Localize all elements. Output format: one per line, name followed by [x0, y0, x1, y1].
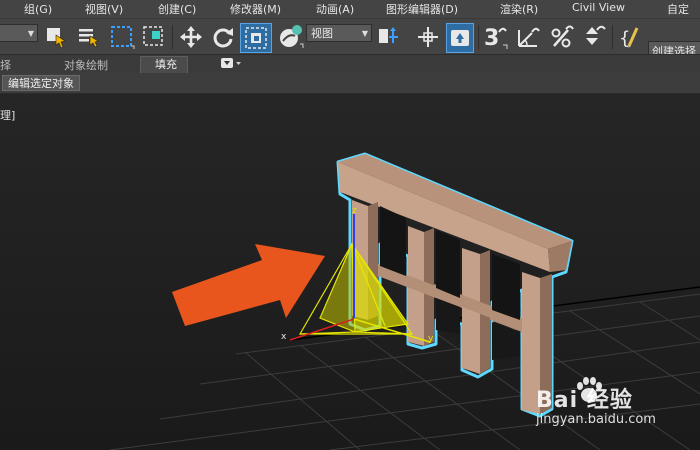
svg-text:3: 3: [484, 26, 499, 50]
menu-create[interactable]: 创建(C): [158, 1, 196, 17]
menu-civil-view[interactable]: Civil View: [572, 1, 625, 14]
pivot-button[interactable]: [376, 23, 402, 51]
rotate-button[interactable]: [210, 23, 236, 51]
percent-snap-icon: [551, 25, 574, 48]
pivot-icon: [379, 27, 398, 43]
menu-animation[interactable]: 动画(A): [316, 1, 354, 17]
reference-coordinate-value: 视图: [311, 27, 333, 40]
percent-snap-button[interactable]: [548, 23, 576, 51]
menu-rendering[interactable]: 渲染(R): [500, 1, 538, 17]
axis-label-z: z: [352, 206, 357, 216]
scale-icon: [245, 27, 267, 49]
select-object-button[interactable]: [44, 23, 70, 51]
edit-selected-objects-button[interactable]: 编辑选定对象: [2, 75, 80, 91]
toolbar-separator: [478, 25, 479, 49]
ribbon-options-button[interactable]: [220, 57, 244, 70]
toolbar-separator: [172, 25, 173, 49]
perspective-viewport[interactable]: 理] z x y Bai 经验 jingyan.baidu.com: [0, 94, 700, 450]
tab-object-paint[interactable]: 对象绘制: [64, 57, 108, 73]
materials-button[interactable]: [276, 23, 306, 51]
crosshair-icon: [418, 27, 438, 47]
menu-graph-editors[interactable]: 图形编辑器(D): [386, 1, 458, 17]
snap-3d-icon: 3: [484, 26, 508, 50]
menu-view[interactable]: 视图(V): [85, 1, 123, 17]
move-button[interactable]: [178, 23, 204, 51]
select-object-icon: [47, 28, 66, 49]
rectangular-selection-button[interactable]: [108, 23, 136, 51]
select-by-name-button[interactable]: [76, 23, 102, 51]
selection-filter-dropdown[interactable]: ▼: [0, 24, 38, 42]
edit-named-selection-button[interactable]: {: [616, 23, 644, 51]
axis-label-y: y: [428, 334, 434, 344]
watermark-brand: Bai 经验: [536, 377, 633, 414]
ribbon-panel: 编辑选定对象: [0, 73, 700, 94]
spinner-snap-icon: [586, 25, 606, 45]
keyboard-shortcut-toggle[interactable]: [446, 23, 474, 53]
tab-populate[interactable]: 填充: [140, 56, 188, 73]
move-icon: [180, 26, 202, 48]
viewport-shading-label[interactable]: 理]: [0, 107, 15, 123]
snaps-toggle-button[interactable]: 3: [482, 23, 510, 51]
axis-label-x: x: [281, 332, 287, 342]
ribbon-options-icon: [221, 58, 241, 68]
window-crossing-button[interactable]: [140, 23, 168, 51]
angle-snap-button[interactable]: [514, 23, 542, 51]
tab-selection[interactable]: 择: [0, 57, 11, 73]
keyboard-shortcut-icon: [451, 30, 469, 46]
menu-bar: 组(G) 视图(V) 创建(C) 修改器(M) 动画(A) 图形编辑器(D) 渲…: [0, 0, 700, 18]
menu-modifiers[interactable]: 修改器(M): [230, 1, 281, 17]
reference-coordinate-dropdown[interactable]: 视图 ▼: [306, 24, 372, 42]
spinner-snap-button[interactable]: [580, 23, 608, 51]
paw-logo-icon: [577, 377, 602, 402]
rotate-icon: [213, 28, 233, 48]
named-selection-icon: {: [619, 27, 639, 49]
select-by-name-icon: [79, 29, 99, 48]
menu-group[interactable]: 组(G): [24, 1, 52, 17]
angle-snap-icon: [518, 27, 540, 47]
select-manipulate-button[interactable]: [414, 23, 442, 51]
materials-icon: [280, 25, 304, 48]
rectangular-selection-icon: [111, 26, 135, 49]
select-and-scale-button[interactable]: [240, 23, 272, 53]
main-toolbar: ▼ 视图 ▼ 3 {创建选择: [0, 18, 700, 61]
watermark-url: jingyan.baidu.com: [536, 412, 656, 427]
toolbar-separator: [612, 25, 613, 49]
ribbon-bar: 择 对象绘制 填充: [0, 54, 700, 73]
window-crossing-icon: [143, 26, 163, 46]
menu-customize[interactable]: 自定: [667, 1, 689, 17]
